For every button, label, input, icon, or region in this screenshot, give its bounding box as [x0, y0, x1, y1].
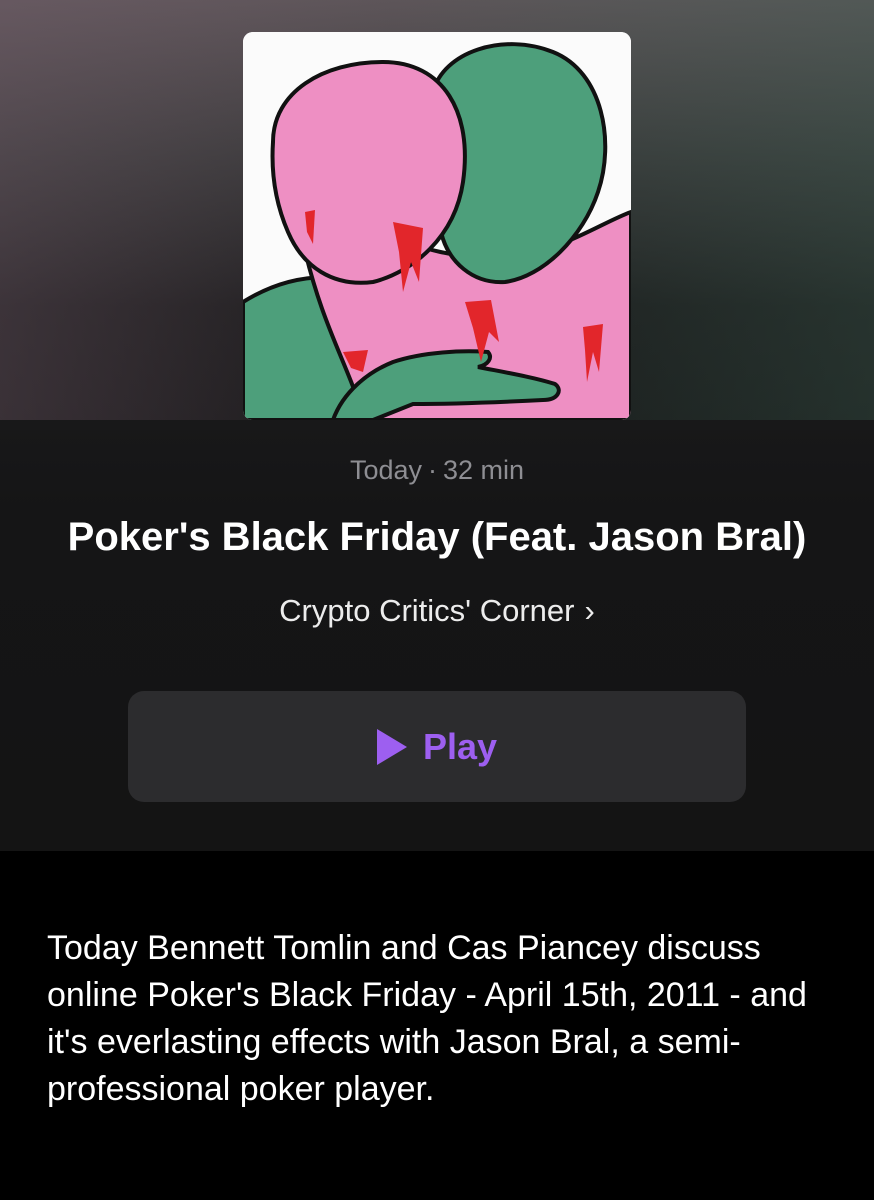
episode-screen: Today · 32 min Poker's Black Friday (Feat.…: [0, 0, 874, 1200]
episode-description: Today Bennett Tomlin and Cas Piancey dis…: [47, 929, 807, 1108]
episode-meta: Today · 32 min: [0, 455, 874, 486]
episode-artwork[interactable]: [243, 32, 631, 420]
meta-separator: ·: [428, 455, 437, 485]
artwork-illustration: [243, 32, 631, 420]
episode-duration: 32 min: [443, 455, 525, 485]
episode-title: Poker's Black Friday (Feat. Jason Bral): [67, 515, 807, 559]
episode-header: Today · 32 min Poker's Black Friday (Feat.…: [0, 0, 874, 851]
chevron-right-icon[interactable]: ›: [584, 593, 594, 628]
play-icon[interactable]: [376, 728, 407, 765]
show-name[interactable]: Crypto Critics' Corner: [279, 593, 574, 628]
episode-date: Today: [349, 455, 422, 485]
play-button-label[interactable]: Play: [423, 726, 497, 768]
show-link[interactable]: Crypto Critics' Corner ›: [0, 593, 874, 629]
play-button[interactable]: Play: [128, 691, 746, 802]
